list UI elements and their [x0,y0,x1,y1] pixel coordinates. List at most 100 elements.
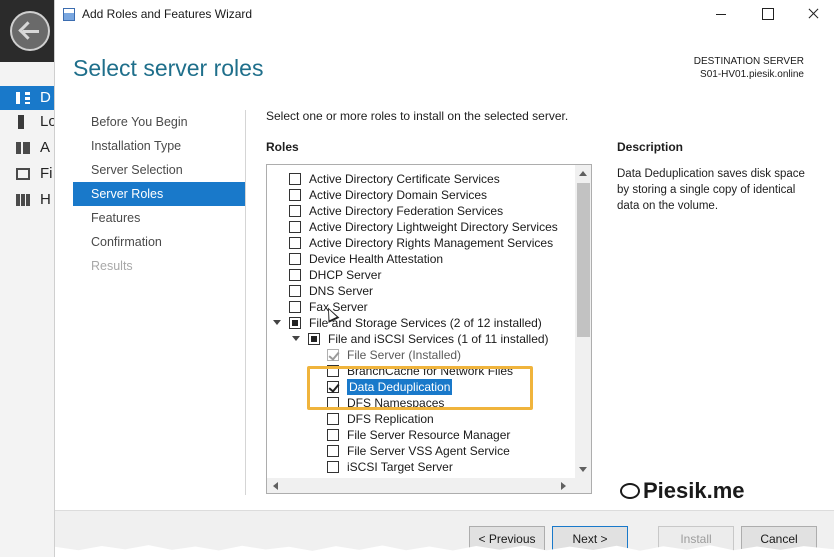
step-confirmation[interactable]: Confirmation [73,230,245,254]
role-checkbox[interactable] [327,397,339,409]
role-row[interactable]: Device Health Attestation [267,251,575,267]
scrollbar-corner [575,478,591,493]
step-server-selection[interactable]: Server Selection [73,158,245,182]
role-checkbox[interactable] [327,365,339,377]
role-label: File and iSCSI Services (1 of 11 install… [328,332,549,346]
local-server-icon [18,115,24,129]
role-row[interactable]: Data Deduplication [267,379,575,395]
back-arrow-icon[interactable] [10,11,50,51]
role-label: BranchCache for Network Files [347,364,514,378]
vertical-scrollbar[interactable] [575,165,591,478]
role-checkbox[interactable] [327,381,339,393]
nav-item-label: Fi [40,165,53,182]
role-row[interactable]: DFS Replication [267,411,575,427]
minimize-icon[interactable] [711,5,731,23]
role-checkbox[interactable] [289,269,301,281]
role-checkbox[interactable] [289,253,301,265]
step-features[interactable]: Features [73,206,245,230]
role-row[interactable]: Active Directory Domain Services [267,187,575,203]
nav-item-all-servers[interactable]: A [0,136,54,160]
nav-item-file-services[interactable]: Fi [0,162,54,186]
role-row[interactable]: DFS Namespaces [267,395,575,411]
close-icon[interactable] [803,5,823,23]
role-row[interactable]: DHCP Server [267,267,575,283]
page-title: Select server roles [73,55,264,81]
expand-triangle-icon[interactable] [273,320,281,325]
role-label: DNS Server [309,284,374,298]
role-row[interactable]: Active Directory Certificate Services [267,171,575,187]
role-checkbox[interactable] [289,189,301,201]
role-label: File Server (Installed) [347,348,462,362]
scroll-right-icon[interactable] [561,482,566,490]
destination-server-label: DESTINATION SERVER [693,56,804,67]
window-title: Add Roles and Features Wizard [82,7,253,21]
scroll-left-icon[interactable] [273,482,278,490]
role-row[interactable]: DNS Server [267,283,575,299]
role-label: DFS Namespaces [347,396,445,410]
role-checkbox[interactable] [289,301,301,313]
role-row[interactable]: File Server (Installed) [267,347,575,363]
roles-heading: Roles [266,140,299,154]
nav-item-label: H [40,191,51,208]
role-checkbox[interactable] [327,445,339,457]
dashboard-icon [16,92,30,104]
role-checkbox[interactable] [289,173,301,185]
nav-item-hyper-v[interactable]: H [0,188,54,212]
destination-server-value: S01-HV01.piesik.online [700,69,804,80]
steps-divider [245,110,246,495]
file-services-icon [16,168,30,180]
scroll-up-icon[interactable] [579,171,587,176]
role-row[interactable]: File Server Resource Manager [267,427,575,443]
role-label: Active Directory Lightweight Directory S… [309,220,558,234]
role-row[interactable]: BranchCache for Network Files [267,363,575,379]
role-label: Active Directory Federation Services [309,204,504,218]
nav-item-local-server[interactable]: Lo [0,110,54,134]
role-row[interactable]: Active Directory Lightweight Directory S… [267,219,575,235]
title-bar[interactable]: Add Roles and Features Wizard [55,0,834,30]
role-label: DHCP Server [309,268,382,282]
role-checkbox [327,349,339,361]
role-label: Data Deduplication [347,379,453,395]
role-checkbox[interactable] [289,237,301,249]
role-checkbox[interactable] [289,285,301,297]
role-checkbox[interactable] [289,205,301,217]
role-checkbox[interactable] [289,317,301,329]
role-row[interactable]: Fax Server [267,299,575,315]
role-label: File and Storage Services (2 of 12 insta… [309,316,542,330]
nav-item-dashboard[interactable]: D [0,86,54,110]
step-before-you-begin[interactable]: Before You Begin [73,110,245,134]
role-checkbox[interactable] [289,221,301,233]
role-label: File Server Resource Manager [347,428,511,442]
role-row[interactable]: Active Directory Federation Services [267,203,575,219]
role-label: Fax Server [309,300,368,314]
role-row[interactable]: iSCSI Target Server [267,459,575,475]
maximize-icon[interactable] [757,5,777,23]
add-roles-wizard-window: Add Roles and Features Wizard Select ser… [54,0,834,557]
role-checkbox[interactable] [327,461,339,473]
role-checkbox[interactable] [327,429,339,441]
watermark-prefix: Piesik [643,478,707,503]
role-row[interactable]: File Server VSS Agent Service [267,443,575,459]
scroll-down-icon[interactable] [579,467,587,472]
role-row[interactable]: Active Directory Rights Management Servi… [267,235,575,251]
role-label: File Server VSS Agent Service [347,444,510,458]
watermark-logo: Piesik.me [620,478,745,504]
step-results: Results [91,259,133,273]
role-row[interactable]: File and iSCSI Services (1 of 11 install… [267,331,575,347]
role-checkbox[interactable] [327,413,339,425]
roles-tree[interactable]: Active Directory Certificate Services Act… [266,164,592,494]
wizard-steps: Before You Begin Installation Type Serve… [73,110,245,278]
role-row[interactable]: File and Storage Services (2 of 12 insta… [267,315,575,331]
roles-list: Active Directory Certificate Services Act… [267,171,575,475]
step-installation-type[interactable]: Installation Type [73,134,245,158]
step-server-roles[interactable]: Server Roles [73,182,245,206]
chat-bubble-icon [620,483,640,499]
role-checkbox[interactable] [308,333,320,345]
horizontal-scrollbar[interactable] [267,478,591,493]
expand-triangle-icon[interactable] [292,336,300,341]
scrollbar-thumb[interactable] [577,183,590,337]
nav-item-label: D [40,89,51,106]
nav-item-label: A [40,139,51,156]
role-label: Active Directory Certificate Services [309,172,500,186]
all-servers-icon [16,142,30,154]
